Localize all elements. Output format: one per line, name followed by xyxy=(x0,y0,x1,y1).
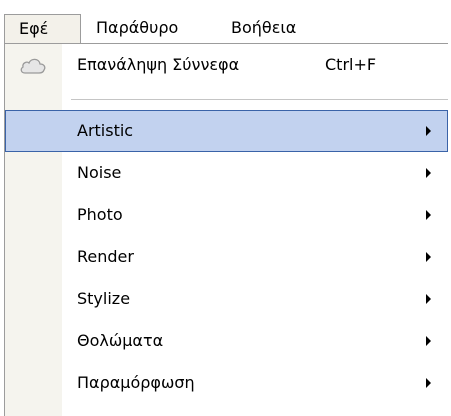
menu-separator xyxy=(71,99,448,100)
submenu-arrow-icon xyxy=(426,210,431,220)
menu-item-label: Επανάληψη Σύννεφα xyxy=(77,55,240,74)
menu-item-artistic[interactable]: Artistic xyxy=(5,110,448,152)
menu-effects[interactable]: Εφέ xyxy=(4,14,81,44)
shortcut-label: Ctrl+F xyxy=(325,55,377,74)
cloud-icon xyxy=(20,58,46,74)
menu-item-render[interactable]: Render xyxy=(5,236,448,278)
submenu-arrow-icon xyxy=(426,168,431,178)
menu-item-noise[interactable]: Noise xyxy=(5,152,448,194)
menu-bar: Εφέ Παράθυρο Βοήθεια xyxy=(0,0,451,44)
menu-item-label: Artistic xyxy=(77,121,134,140)
menu-item-label: Θολώματα xyxy=(77,331,164,350)
menu-item-photo[interactable]: Photo xyxy=(5,194,448,236)
submenu-arrow-icon xyxy=(426,294,431,304)
submenu-arrow-icon xyxy=(426,126,431,136)
menu-item-stylize[interactable]: Stylize xyxy=(5,278,448,320)
submenu-arrow-icon xyxy=(426,336,431,346)
menu-window[interactable]: Παράθυρο xyxy=(96,14,178,44)
menu-item-label: Παραμόρφωση xyxy=(77,373,195,392)
menu-help[interactable]: Βοήθεια xyxy=(231,14,296,44)
submenu-arrow-icon xyxy=(426,378,431,388)
menu-item-label: Render xyxy=(77,247,134,266)
menu-item-repeat-clouds[interactable]: Επανάληψη Σύννεφα Ctrl+F xyxy=(5,44,448,86)
menu-item-label: Noise xyxy=(77,163,122,182)
menu-item-distortions[interactable]: Παραμόρφωση xyxy=(5,362,448,404)
effects-dropdown: Επανάληψη Σύννεφα Ctrl+F Artistic Noise … xyxy=(4,43,448,416)
submenu-arrow-icon xyxy=(426,252,431,262)
menu-item-label: Photo xyxy=(77,205,123,224)
menu-item-label: Stylize xyxy=(77,289,131,308)
menu-item-blurs[interactable]: Θολώματα xyxy=(5,320,448,362)
